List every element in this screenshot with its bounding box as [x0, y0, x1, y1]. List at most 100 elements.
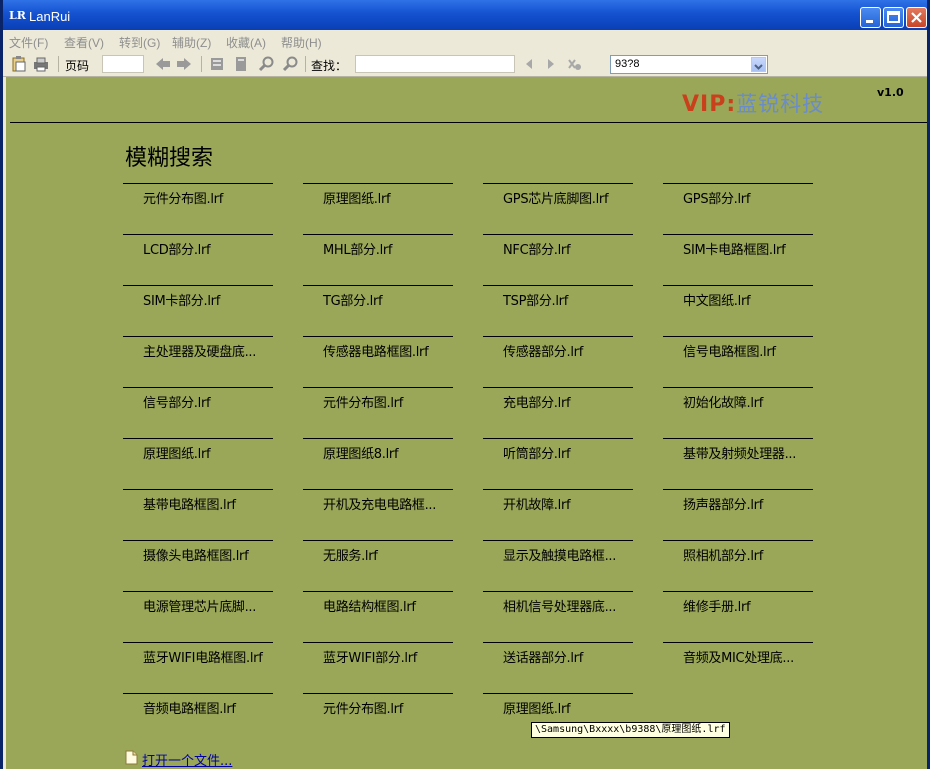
- file-item[interactable]: 充电部分.lrf: [483, 387, 633, 423]
- file-item-label[interactable]: 信号部分.lrf: [143, 392, 211, 411]
- file-item[interactable]: 传感器部分.lrf: [483, 336, 633, 372]
- file-item[interactable]: 电路结构框图.lrf: [303, 591, 453, 627]
- file-item-label[interactable]: 显示及触摸电路框...: [503, 545, 616, 564]
- file-item-label[interactable]: 元件分布图.lrf: [323, 392, 403, 411]
- file-item[interactable]: 送话器部分.lrf: [483, 642, 633, 678]
- file-item-label[interactable]: 中文图纸.lrf: [683, 290, 751, 309]
- fit-page-icon[interactable]: [209, 56, 225, 72]
- file-item-label[interactable]: 无服务.lrf: [323, 545, 378, 564]
- menu-favorites[interactable]: 收藏(A): [226, 34, 266, 51]
- file-item-label[interactable]: 相机信号处理器底...: [503, 596, 616, 615]
- menu-help[interactable]: 帮助(H): [281, 34, 322, 51]
- file-item-label[interactable]: 原理图纸.lrf: [143, 443, 211, 462]
- file-item-label[interactable]: TSP部分.lrf: [503, 290, 568, 309]
- file-item[interactable]: 元件分布图.lrf: [303, 693, 453, 729]
- file-item[interactable]: TG部分.lrf: [303, 285, 453, 321]
- file-item-label[interactable]: 元件分布图.lrf: [143, 188, 223, 207]
- file-item-label[interactable]: 蓝牙WIFI电路框图.lrf: [143, 647, 263, 666]
- arrow-left-icon[interactable]: [155, 56, 171, 72]
- print-icon[interactable]: [33, 56, 49, 72]
- file-item[interactable]: MHL部分.lrf: [303, 234, 453, 270]
- file-item[interactable]: 信号电路框图.lrf: [663, 336, 813, 372]
- file-item-label[interactable]: TG部分.lrf: [323, 290, 383, 309]
- file-item[interactable]: NFC部分.lrf: [483, 234, 633, 270]
- file-item-label[interactable]: 充电部分.lrf: [503, 392, 571, 411]
- file-item[interactable]: 元件分布图.lrf: [303, 387, 453, 423]
- file-item[interactable]: 电源管理芯片底脚...: [123, 591, 273, 627]
- file-item-label[interactable]: 扬声器部分.lrf: [683, 494, 763, 513]
- file-item-label[interactable]: 原理图纸8.lrf: [323, 443, 399, 462]
- file-item-label[interactable]: 初始化故障.lrf: [683, 392, 763, 411]
- find-clear-icon[interactable]: [566, 56, 582, 72]
- file-item-label[interactable]: 电源管理芯片底脚...: [143, 596, 256, 615]
- zoom-in-icon[interactable]: [258, 56, 274, 72]
- file-item[interactable]: LCD部分.lrf: [123, 234, 273, 270]
- file-item-label[interactable]: 信号电路框图.lrf: [683, 341, 776, 360]
- file-item-label[interactable]: 音频电路框图.lrf: [143, 698, 236, 717]
- maximize-button[interactable]: [883, 7, 904, 28]
- file-item-label[interactable]: 开机及充电电路框...: [323, 494, 436, 513]
- file-item-label[interactable]: 元件分布图.lrf: [323, 698, 403, 717]
- file-item[interactable]: 基带电路框图.lrf: [123, 489, 273, 525]
- dropdown-button[interactable]: [751, 57, 766, 72]
- file-item-label[interactable]: 蓝牙WIFI部分.lrf: [323, 647, 417, 666]
- file-item-label[interactable]: 开机故障.lrf: [503, 494, 571, 513]
- file-item[interactable]: 开机故障.lrf: [483, 489, 633, 525]
- page-number-input[interactable]: [102, 55, 144, 73]
- file-item-label[interactable]: 照相机部分.lrf: [683, 545, 763, 564]
- file-item-label[interactable]: 电路结构框图.lrf: [323, 596, 416, 615]
- file-item[interactable]: GPS芯片底脚图.lrf: [483, 183, 633, 219]
- file-item[interactable]: TSP部分.lrf: [483, 285, 633, 321]
- file-item-label[interactable]: NFC部分.lrf: [503, 239, 571, 258]
- file-item[interactable]: 维修手册.lrf: [663, 591, 813, 627]
- arrow-right-icon[interactable]: [176, 56, 192, 72]
- file-item[interactable]: 原理图纸8.lrf: [303, 438, 453, 474]
- clipboard-icon[interactable]: [11, 56, 27, 72]
- file-item[interactable]: 传感器电路框图.lrf: [303, 336, 453, 372]
- file-item[interactable]: 蓝牙WIFI部分.lrf: [303, 642, 453, 678]
- file-item-label[interactable]: 主处理器及硬盘底...: [143, 341, 256, 360]
- file-item[interactable]: GPS部分.lrf: [663, 183, 813, 219]
- file-item-label[interactable]: 传感器电路框图.lrf: [323, 341, 429, 360]
- file-item-label[interactable]: SIM卡部分.lrf: [143, 290, 220, 309]
- file-item[interactable]: 音频及MIC处理底...: [663, 642, 813, 678]
- find-input[interactable]: [355, 55, 515, 73]
- fit-width-icon[interactable]: [233, 56, 249, 72]
- file-item[interactable]: 初始化故障.lrf: [663, 387, 813, 423]
- file-item-label[interactable]: 原理图纸.lrf: [503, 698, 571, 717]
- file-item-label[interactable]: 原理图纸.lrf: [323, 188, 391, 207]
- file-item[interactable]: 摄像头电路框图.lrf: [123, 540, 273, 576]
- file-item[interactable]: 开机及充电电路框...: [303, 489, 453, 525]
- file-item[interactable]: 显示及触摸电路框...: [483, 540, 633, 576]
- file-item[interactable]: 扬声器部分.lrf: [663, 489, 813, 525]
- file-item-label[interactable]: 摄像头电路框图.lrf: [143, 545, 249, 564]
- close-button[interactable]: [906, 7, 927, 28]
- minimize-button[interactable]: [860, 7, 881, 28]
- file-item-label[interactable]: 维修手册.lrf: [683, 596, 751, 615]
- file-item[interactable]: 听筒部分.lrf: [483, 438, 633, 474]
- menu-file[interactable]: 文件(F): [9, 34, 48, 51]
- file-item-label[interactable]: 传感器部分.lrf: [503, 341, 583, 360]
- file-item[interactable]: 元件分布图.lrf: [123, 183, 273, 219]
- file-item[interactable]: 信号部分.lrf: [123, 387, 273, 423]
- zoom-out-icon[interactable]: [282, 56, 298, 72]
- file-item-label[interactable]: SIM卡电路框图.lrf: [683, 239, 786, 258]
- file-item[interactable]: SIM卡电路框图.lrf: [663, 234, 813, 270]
- file-item-label[interactable]: 基带及射频处理器...: [683, 443, 796, 462]
- file-item-label[interactable]: GPS部分.lrf: [683, 188, 750, 207]
- file-item-label[interactable]: LCD部分.lrf: [143, 239, 211, 258]
- menu-assist[interactable]: 辅助(Z): [172, 34, 211, 51]
- menu-goto[interactable]: 转到(G): [119, 34, 160, 51]
- title-bar[interactable]: LR LanRui: [3, 0, 927, 30]
- file-item[interactable]: 主处理器及硬盘底...: [123, 336, 273, 372]
- file-item[interactable]: SIM卡部分.lrf: [123, 285, 273, 321]
- find-next-icon[interactable]: [543, 56, 559, 72]
- find-previous-icon[interactable]: [521, 56, 537, 72]
- file-item[interactable]: 基带及射频处理器...: [663, 438, 813, 474]
- file-item[interactable]: 照相机部分.lrf: [663, 540, 813, 576]
- file-item[interactable]: 音频电路框图.lrf: [123, 693, 273, 729]
- file-item[interactable]: 相机信号处理器底...: [483, 591, 633, 627]
- file-item[interactable]: 蓝牙WIFI电路框图.lrf: [123, 642, 273, 678]
- file-item[interactable]: 原理图纸.lrf: [303, 183, 453, 219]
- file-item-label[interactable]: 基带电路框图.lrf: [143, 494, 236, 513]
